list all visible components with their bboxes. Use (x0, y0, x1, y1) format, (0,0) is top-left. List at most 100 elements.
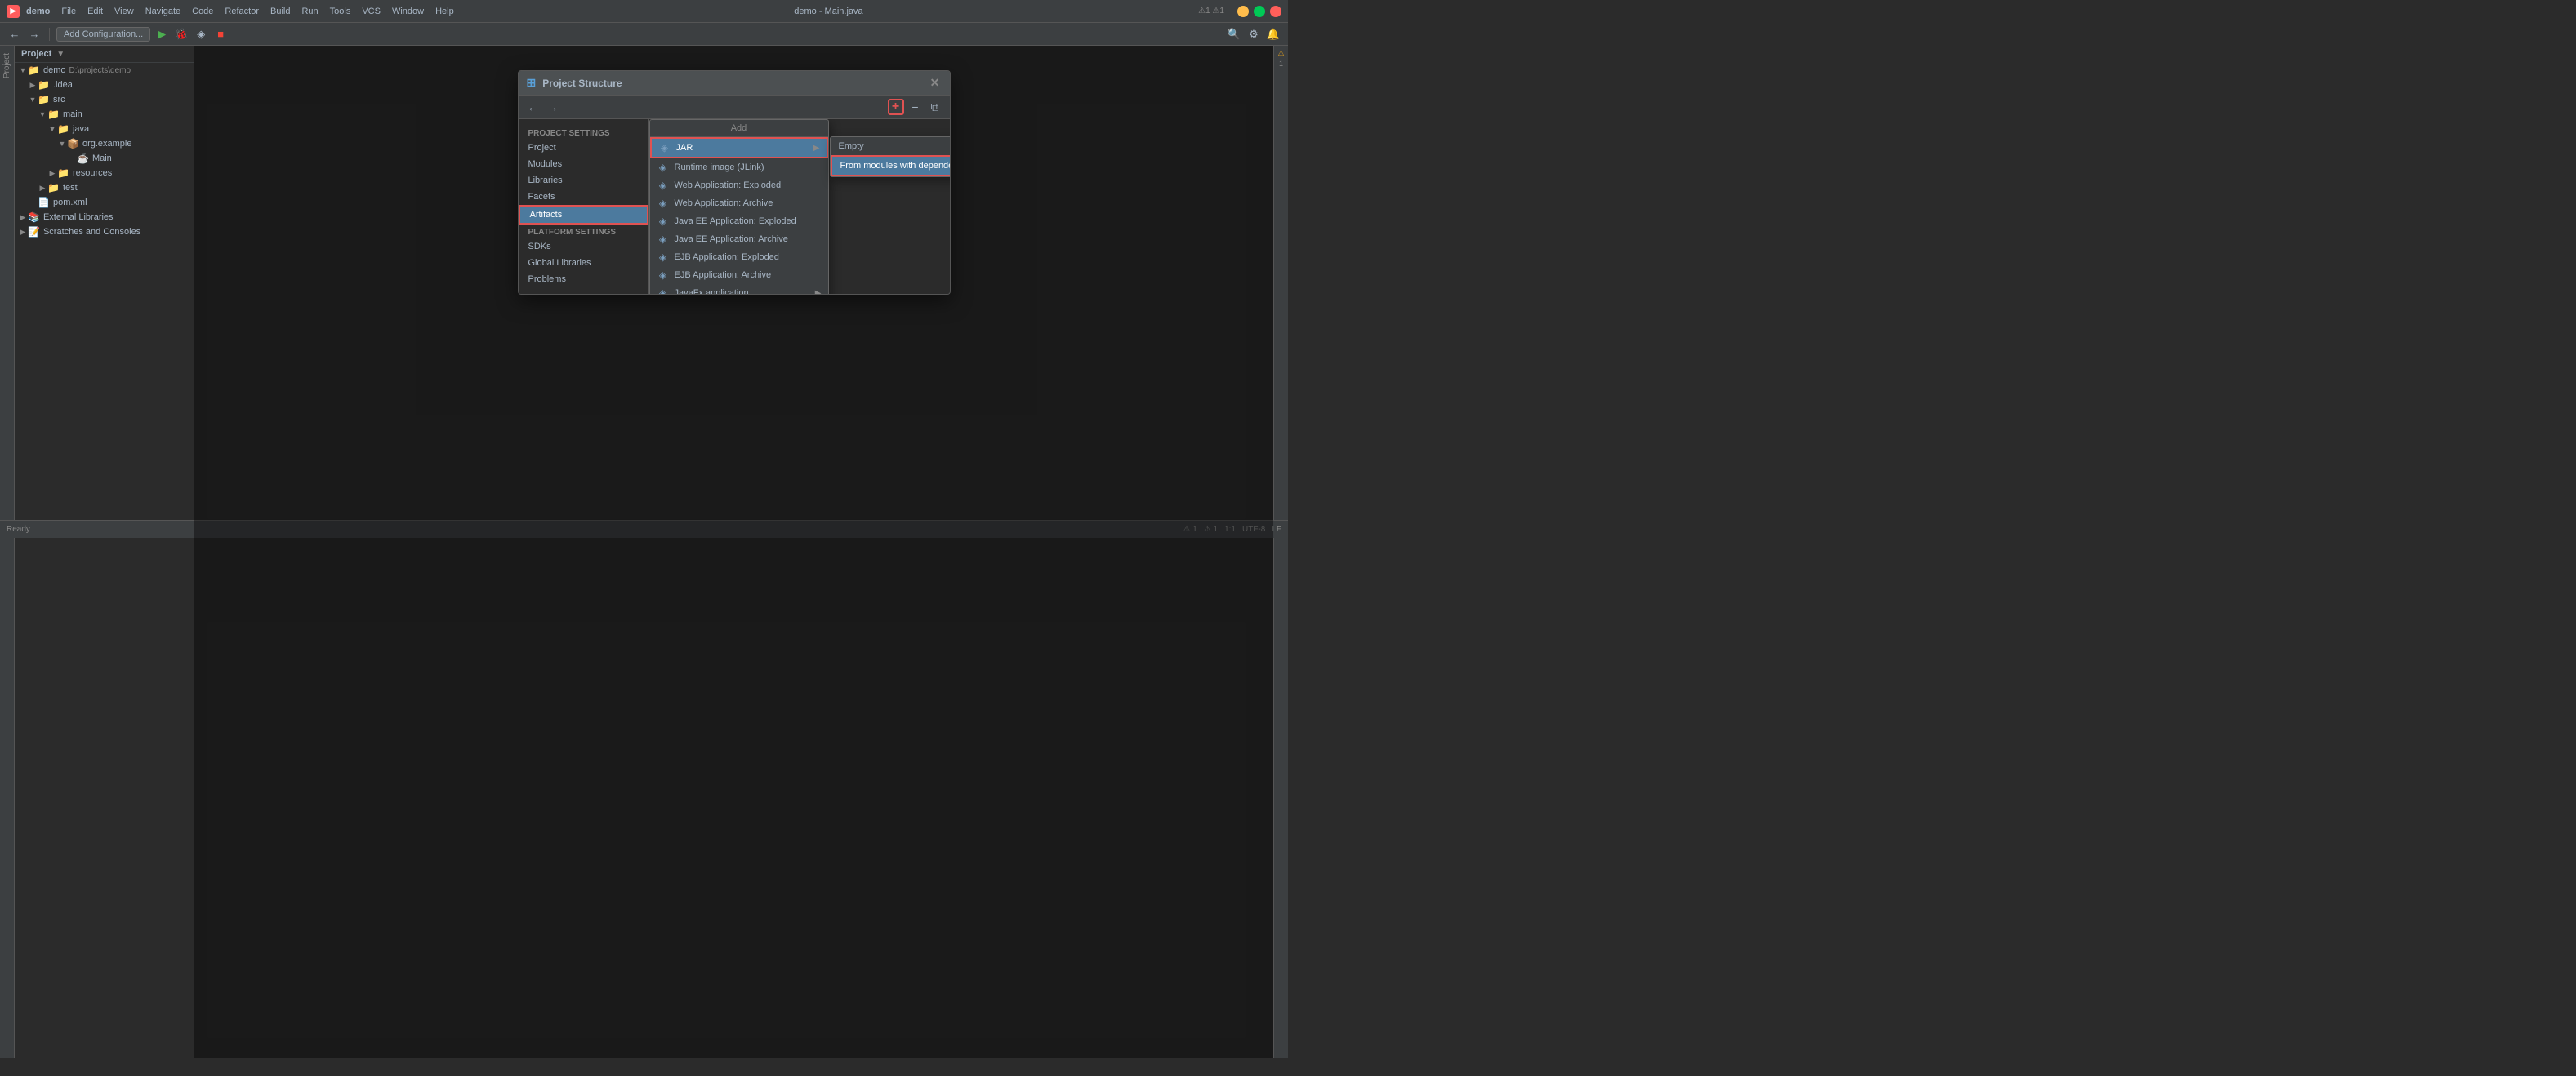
nav-item-problems[interactable]: Problems (519, 271, 648, 287)
dialog-close-button[interactable]: ✕ (929, 77, 942, 90)
menu-view[interactable]: View (109, 5, 139, 18)
ejb-exploded-icon: ◈ (657, 251, 670, 263)
dropdown-item-javaee-exploded[interactable]: ◈ Java EE Application: Exploded (650, 212, 828, 230)
project-tab[interactable]: Project (0, 46, 14, 85)
arrow-icon: ▼ (18, 66, 28, 74)
folder-icon: 📁 (57, 123, 69, 135)
dialog-nav: Project Settings Project Modules Librari… (519, 119, 649, 294)
submenu-arrow-icon: ▶ (813, 144, 820, 153)
menu-help[interactable]: Help (430, 5, 459, 18)
menu-navigate[interactable]: Navigate (140, 5, 185, 18)
menu-edit[interactable]: Edit (82, 5, 108, 18)
menu-window[interactable]: Window (387, 5, 429, 18)
run-button[interactable]: ▶ (154, 26, 170, 42)
nav-item-facets[interactable]: Facets (519, 189, 648, 205)
dropdown-item-webapp-archive[interactable]: ◈ Web Application: Archive (650, 194, 828, 212)
tree-label: Scratches and Consoles (43, 227, 140, 237)
dropdown-item-label: Runtime image (JLink) (675, 162, 764, 172)
content-area: ⊞ Project Structure ✕ ← → + − ⧉ (194, 46, 1273, 1058)
tree-item-main-class[interactable]: ☕ Main (15, 151, 194, 166)
tree-item-src[interactable]: ▼ 📁 src (15, 92, 194, 107)
search-btn[interactable]: 🔍 (1226, 26, 1242, 42)
folder-icon: 📁 (28, 64, 40, 76)
tree-label: External Libraries (43, 212, 114, 222)
libs-icon: 📚 (28, 211, 40, 223)
tree-item-java[interactable]: ▼ 📁 java (15, 122, 194, 136)
nav-item-global-libs[interactable]: Global Libraries (519, 255, 648, 271)
notifications-btn[interactable]: 🔔 (1265, 26, 1281, 42)
minimize-button[interactable] (1237, 6, 1249, 17)
dialog-overlay: ⊞ Project Structure ✕ ← → + − ⧉ (194, 46, 1273, 1058)
dropdown-item-label: JavaFx application (675, 288, 749, 294)
dropdown-item-ejb-archive[interactable]: ◈ EJB Application: Archive (650, 266, 828, 284)
tree-item-demo[interactable]: ▼ 📁 demo D:\projects\demo (15, 63, 194, 78)
debug-button[interactable]: 🐞 (173, 26, 189, 42)
tree-label: src (53, 95, 65, 104)
maximize-button[interactable] (1254, 6, 1265, 17)
dialog-copy-btn[interactable]: ⧉ (927, 99, 943, 115)
nav-item-project[interactable]: Project (519, 140, 648, 156)
menu-vcs[interactable]: VCS (357, 5, 386, 18)
jar-submenu: Empty From modules with dependencies... (830, 136, 950, 177)
dialog-add-btn[interactable]: + (888, 99, 904, 115)
tree-item-resources[interactable]: ▶ 📁 resources (15, 166, 194, 180)
back-btn[interactable]: ← (7, 26, 23, 42)
tree-label: demo (43, 65, 66, 75)
nav-item-modules[interactable]: Modules (519, 156, 648, 172)
folder-icon: 📁 (38, 94, 50, 105)
arrow-icon: ▼ (57, 140, 67, 148)
jar-icon: ◈ (658, 142, 671, 153)
tree-item-test[interactable]: ▶ 📁 test (15, 180, 194, 195)
folder-icon: 📁 (38, 79, 50, 91)
webapp-archive-icon: ◈ (657, 198, 670, 209)
tree-item-external-libs[interactable]: ▶ 📚 External Libraries (15, 210, 194, 225)
dropdown-item-ejb-exploded[interactable]: ◈ EJB Application: Exploded (650, 248, 828, 266)
tree-item-org-example[interactable]: ▼ 📦 org.example (15, 136, 194, 151)
dialog-back-btn[interactable]: ← (525, 99, 541, 115)
dropdown-item-runtime-image[interactable]: ◈ Runtime image (JLink) (650, 158, 828, 176)
arrow-spacer (28, 198, 38, 207)
profile-button[interactable]: ◈ (193, 26, 209, 42)
javafx-icon: ◈ (657, 287, 670, 294)
tree-item-scratches[interactable]: ▶ 📝 Scratches and Consoles (15, 225, 194, 239)
stop-button[interactable]: ■ (212, 26, 229, 42)
dialog-forward-btn[interactable]: → (545, 99, 561, 115)
menu-code[interactable]: Code (187, 5, 218, 18)
dialog-title: Project Structure (542, 78, 622, 89)
app-title: demo (26, 7, 50, 16)
close-button[interactable] (1270, 6, 1281, 17)
sidebar-dropdown[interactable]: ▼ (56, 50, 65, 59)
forward-btn[interactable]: → (26, 26, 42, 42)
nav-item-libraries[interactable]: Libraries (519, 172, 648, 189)
submenu-item-from-modules[interactable]: From modules with dependencies... (831, 155, 950, 176)
file-title: demo - Main.java (466, 7, 1192, 16)
folder-icon: 📁 (57, 167, 69, 179)
nav-item-artifacts[interactable]: Artifacts (519, 205, 648, 225)
menu-run[interactable]: Run (296, 5, 323, 18)
dropdown-item-javaee-archive[interactable]: ◈ Java EE Application: Archive (650, 230, 828, 248)
dropdown-item-javafx[interactable]: ◈ JavaFx application ▶ (650, 284, 828, 294)
dropdown-item-label: Java EE Application: Exploded (675, 216, 796, 226)
submenu-item-empty[interactable]: Empty (831, 137, 950, 155)
dropdown-item-webapp-exploded[interactable]: ◈ Web Application: Exploded (650, 176, 828, 194)
arrow-icon: ▶ (18, 213, 28, 222)
nav-item-sdks[interactable]: SDKs (519, 238, 648, 255)
warning-indicator: ⚠ (1277, 49, 1284, 58)
menu-tools[interactable]: Tools (325, 5, 356, 18)
settings-btn[interactable]: ⚙ (1246, 26, 1262, 42)
tree-item-pom[interactable]: 📄 pom.xml (15, 195, 194, 210)
add-configuration-button[interactable]: Add Configuration... (56, 27, 150, 42)
menu-refactor[interactable]: Refactor (220, 5, 264, 18)
project-label: Project (21, 49, 51, 59)
tree-item-idea[interactable]: ▶ 📁 .idea (15, 78, 194, 92)
warning-count-right: 1 (1279, 60, 1283, 68)
menu-build[interactable]: Build (265, 5, 295, 18)
tree-item-main[interactable]: ▼ 📁 main (15, 107, 194, 122)
arrow-spacer (67, 154, 77, 162)
dialog-nav-toolbar: ← → + − ⧉ (519, 96, 950, 119)
menu-file[interactable]: File (56, 5, 81, 18)
dropdown-item-label: EJB Application: Exploded (675, 252, 779, 262)
javaee-archive-icon: ◈ (657, 233, 670, 245)
dropdown-item-jar[interactable]: ◈ JAR ▶ (650, 137, 828, 158)
dialog-remove-btn[interactable]: − (907, 99, 924, 115)
